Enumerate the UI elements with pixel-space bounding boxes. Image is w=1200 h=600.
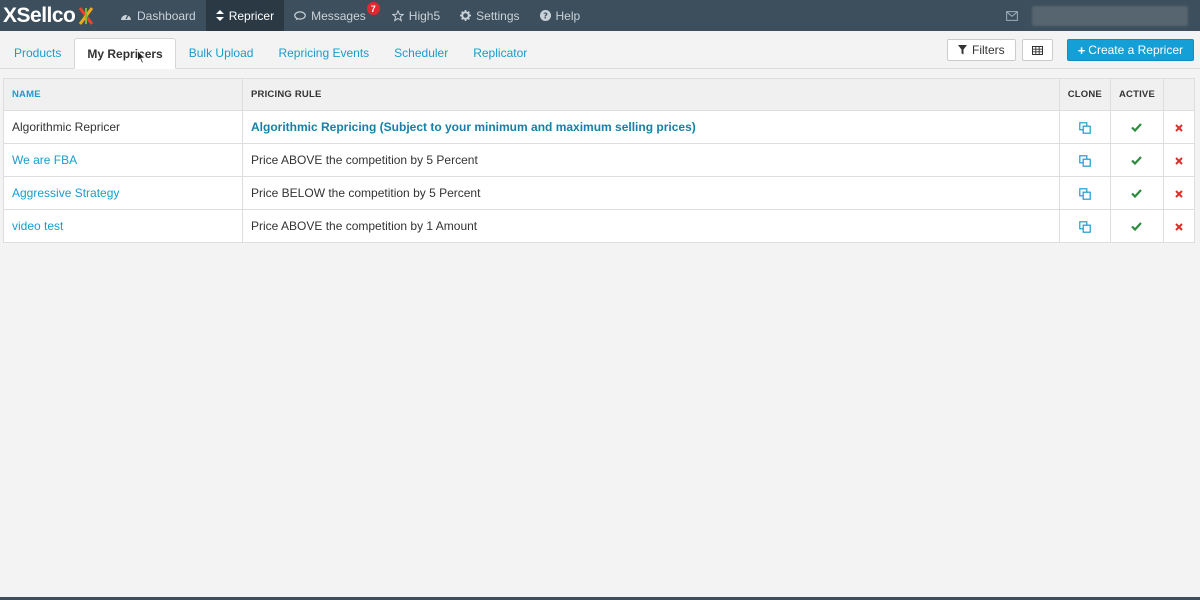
nav-help[interactable]: ? Help [530, 0, 591, 31]
header-pricing-rule: PRICING RULE [242, 78, 1060, 111]
gear-icon [460, 10, 472, 21]
toolbar-actions: Filters + Create a Repricer [947, 39, 1194, 61]
sub-nav: Products My Repricers Bulk Upload Repric… [0, 31, 1200, 69]
mouse-cursor-icon [137, 50, 146, 64]
logo[interactable]: XSellco [0, 0, 110, 31]
header-name[interactable]: NAME [3, 78, 243, 111]
check-icon[interactable] [1131, 156, 1143, 166]
delete-icon[interactable] [1175, 190, 1183, 198]
create-repricer-label: Create a Repricer [1088, 43, 1183, 57]
active-cell [1109, 209, 1165, 243]
filters-label: Filters [972, 43, 1005, 57]
comments-icon [294, 10, 306, 21]
table-row: Aggressive Strategy Price BELOW the comp… [3, 176, 1195, 210]
header-clone: CLONE [1058, 78, 1111, 111]
check-icon[interactable] [1131, 222, 1143, 232]
tab-products[interactable]: Products [2, 38, 73, 68]
create-repricer-button[interactable]: + Create a Repricer [1066, 39, 1194, 61]
active-cell [1109, 176, 1165, 210]
svg-text:?: ? [543, 11, 548, 21]
repricer-name-link[interactable]: video test [3, 209, 243, 243]
clone-cell [1058, 176, 1111, 210]
nav-repricer-label: Repricer [228, 8, 275, 23]
nav-dashboard-label: Dashboard [137, 8, 196, 23]
main-nav: Dashboard Repricer Messages 7 High5 Sett… [110, 0, 590, 31]
table-row: video test Price ABOVE the competition b… [3, 209, 1195, 243]
check-icon[interactable] [1131, 123, 1143, 133]
nav-help-label: Help [555, 8, 581, 23]
clone-cell [1058, 143, 1111, 177]
nav-high5[interactable]: High5 [382, 0, 450, 31]
delete-cell [1163, 110, 1195, 144]
question-icon: ? [539, 10, 551, 21]
repricers-table-container: NAME PRICING RULE CLONE ACTIVE Algorithm… [3, 78, 1195, 243]
pricing-rule: Algorithmic Repricing (Subject to your m… [242, 110, 1060, 144]
delete-icon[interactable] [1175, 157, 1183, 165]
pricing-rule: Price ABOVE the competition by 5 Percent [242, 143, 1060, 177]
pricing-rule: Price BELOW the competition by 5 Percent [242, 176, 1060, 210]
table-icon [1031, 45, 1043, 55]
tab-replicator[interactable]: Replicator [461, 38, 539, 68]
header-delete [1163, 78, 1195, 111]
nav-repricer[interactable]: Repricer [205, 0, 285, 31]
repricer-name-link[interactable]: Aggressive Strategy [3, 176, 243, 210]
clone-cell [1058, 209, 1111, 243]
top-navbar: XSellco Dashboard Repricer Messages 7 Hi… [0, 0, 1200, 31]
delete-cell [1163, 209, 1195, 243]
table-header-row: NAME PRICING RULE CLONE ACTIVE [3, 78, 1195, 111]
nav-settings[interactable]: Settings [450, 0, 529, 31]
nav-high5-label: High5 [408, 8, 441, 23]
clone-icon[interactable] [1079, 221, 1091, 233]
topbar-right [1006, 0, 1188, 31]
clone-icon[interactable] [1079, 188, 1091, 200]
nav-settings-label: Settings [476, 8, 520, 23]
plus-icon: + [1077, 42, 1086, 58]
repricer-name-link[interactable]: We are FBA [3, 143, 243, 177]
table-row: Algorithmic Repricer Algorithmic Reprici… [3, 110, 1195, 144]
filter-icon [958, 45, 968, 55]
mail-icon[interactable] [1006, 10, 1018, 21]
table-row: We are FBA Price ABOVE the competition b… [3, 143, 1195, 177]
tab-scheduler[interactable]: Scheduler [382, 38, 460, 68]
nav-messages[interactable]: Messages 7 [284, 0, 380, 31]
delete-icon[interactable] [1175, 223, 1183, 231]
delete-cell [1163, 143, 1195, 177]
logo-text: XSellco [3, 3, 76, 27]
dashboard-icon [120, 11, 132, 21]
star-icon [391, 9, 404, 22]
header-active: ACTIVE [1109, 78, 1165, 111]
nav-dashboard[interactable]: Dashboard [110, 0, 206, 31]
nav-messages-label: Messages [311, 8, 366, 23]
active-cell [1109, 110, 1165, 144]
clone-icon[interactable] [1079, 155, 1091, 167]
sort-icon [215, 10, 224, 21]
repricers-table: NAME PRICING RULE CLONE ACTIVE Algorithm… [3, 78, 1195, 243]
logo-mark-icon [79, 6, 94, 25]
check-icon[interactable] [1131, 189, 1143, 199]
clone-cell [1058, 110, 1111, 144]
messages-badge: 7 [366, 2, 380, 15]
tab-list: Products My Repricers Bulk Upload Repric… [0, 30, 540, 69]
tab-bulk-upload[interactable]: Bulk Upload [177, 38, 266, 68]
delete-icon[interactable] [1175, 124, 1183, 132]
filters-button[interactable]: Filters [947, 39, 1016, 61]
tab-repricing-events[interactable]: Repricing Events [266, 38, 381, 68]
active-cell [1109, 143, 1165, 177]
columns-button[interactable] [1021, 39, 1053, 61]
repricer-name: Algorithmic Repricer [3, 110, 243, 144]
pricing-rule: Price ABOVE the competition by 1 Amount [242, 209, 1060, 243]
delete-cell [1163, 176, 1195, 210]
tab-my-repricers[interactable]: My Repricers [74, 38, 176, 69]
clone-icon[interactable] [1079, 122, 1091, 134]
account-menu[interactable] [1032, 5, 1188, 26]
